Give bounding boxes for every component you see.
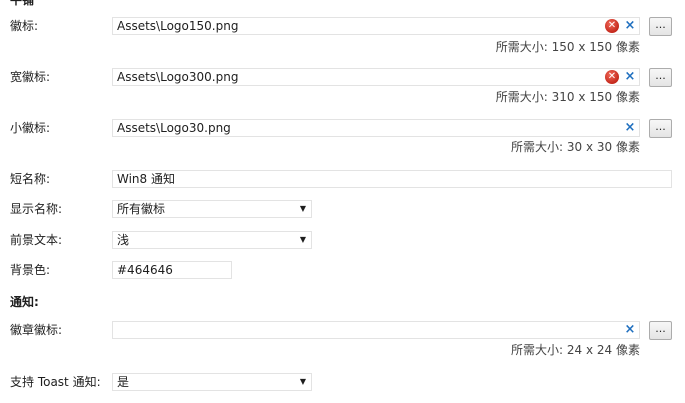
- logo-browse-button[interactable]: ...: [649, 17, 672, 36]
- error-circle-icon: ✕: [605, 19, 619, 33]
- toast-label: 支持 Toast 通知:: [10, 375, 101, 389]
- show-name-select[interactable]: 所有徽标 ▼: [112, 200, 312, 218]
- wide-logo-label: 宽徽标:: [10, 70, 51, 84]
- small-logo-input-value: Assets\Logo30.png: [117, 121, 231, 135]
- logo-size-hint: 所需大小: 150 x 150 像素: [495, 40, 640, 54]
- error-circle-icon: ✕: [605, 70, 619, 84]
- wide-logo-input-value: Assets\Logo300.png: [117, 70, 239, 84]
- short-name-input-value: Win8 通知: [117, 172, 175, 186]
- chevron-down-icon: ▼: [299, 377, 306, 386]
- short-name-input[interactable]: Win8 通知: [112, 170, 672, 188]
- logo-input[interactable]: Assets\Logo150.png: [112, 17, 640, 35]
- badge-logo-input[interactable]: [112, 321, 640, 339]
- small-logo-browse-button[interactable]: ...: [649, 119, 672, 138]
- section-header-notifications: 通知:: [10, 295, 39, 309]
- small-logo-input[interactable]: Assets\Logo30.png: [112, 119, 640, 137]
- foreground-text-select-value: 浅: [117, 233, 130, 247]
- badge-logo-browse-button[interactable]: ...: [649, 321, 672, 340]
- short-name-label: 短名称:: [10, 172, 51, 186]
- chevron-down-icon: ▼: [299, 235, 306, 244]
- background-color-label: 背景色:: [10, 263, 51, 277]
- small-logo-label: 小徽标:: [10, 121, 51, 135]
- toast-select[interactable]: 是 ▼: [112, 373, 312, 391]
- logo-input-value: Assets\Logo150.png: [117, 19, 239, 33]
- section-header-tile: 平铺: [10, 0, 35, 7]
- chevron-down-icon: ▼: [299, 204, 306, 213]
- badge-logo-label: 徽章徽标:: [10, 323, 63, 337]
- small-logo-size-hint: 所需大小: 30 x 30 像素: [511, 140, 640, 154]
- wide-logo-size-hint: 所需大小: 310 x 150 像素: [495, 90, 640, 104]
- show-name-select-value: 所有徽标: [117, 202, 166, 216]
- badge-logo-size-hint: 所需大小: 24 x 24 像素: [511, 343, 640, 357]
- logo-label: 徽标:: [10, 19, 39, 33]
- foreground-text-select[interactable]: 浅 ▼: [112, 231, 312, 249]
- background-color-input-value: #464646: [117, 263, 173, 277]
- background-color-input[interactable]: #464646: [112, 261, 232, 279]
- show-name-label: 显示名称:: [10, 202, 63, 216]
- wide-logo-browse-button[interactable]: ...: [649, 68, 672, 87]
- wide-logo-input[interactable]: Assets\Logo300.png: [112, 68, 640, 86]
- clear-x-icon[interactable]: ×: [624, 323, 636, 337]
- clear-x-icon[interactable]: ×: [624, 70, 636, 84]
- foreground-text-label: 前景文本:: [10, 233, 63, 247]
- clear-x-icon[interactable]: ×: [624, 121, 636, 135]
- clear-x-icon[interactable]: ×: [624, 19, 636, 33]
- toast-select-value: 是: [117, 375, 130, 389]
